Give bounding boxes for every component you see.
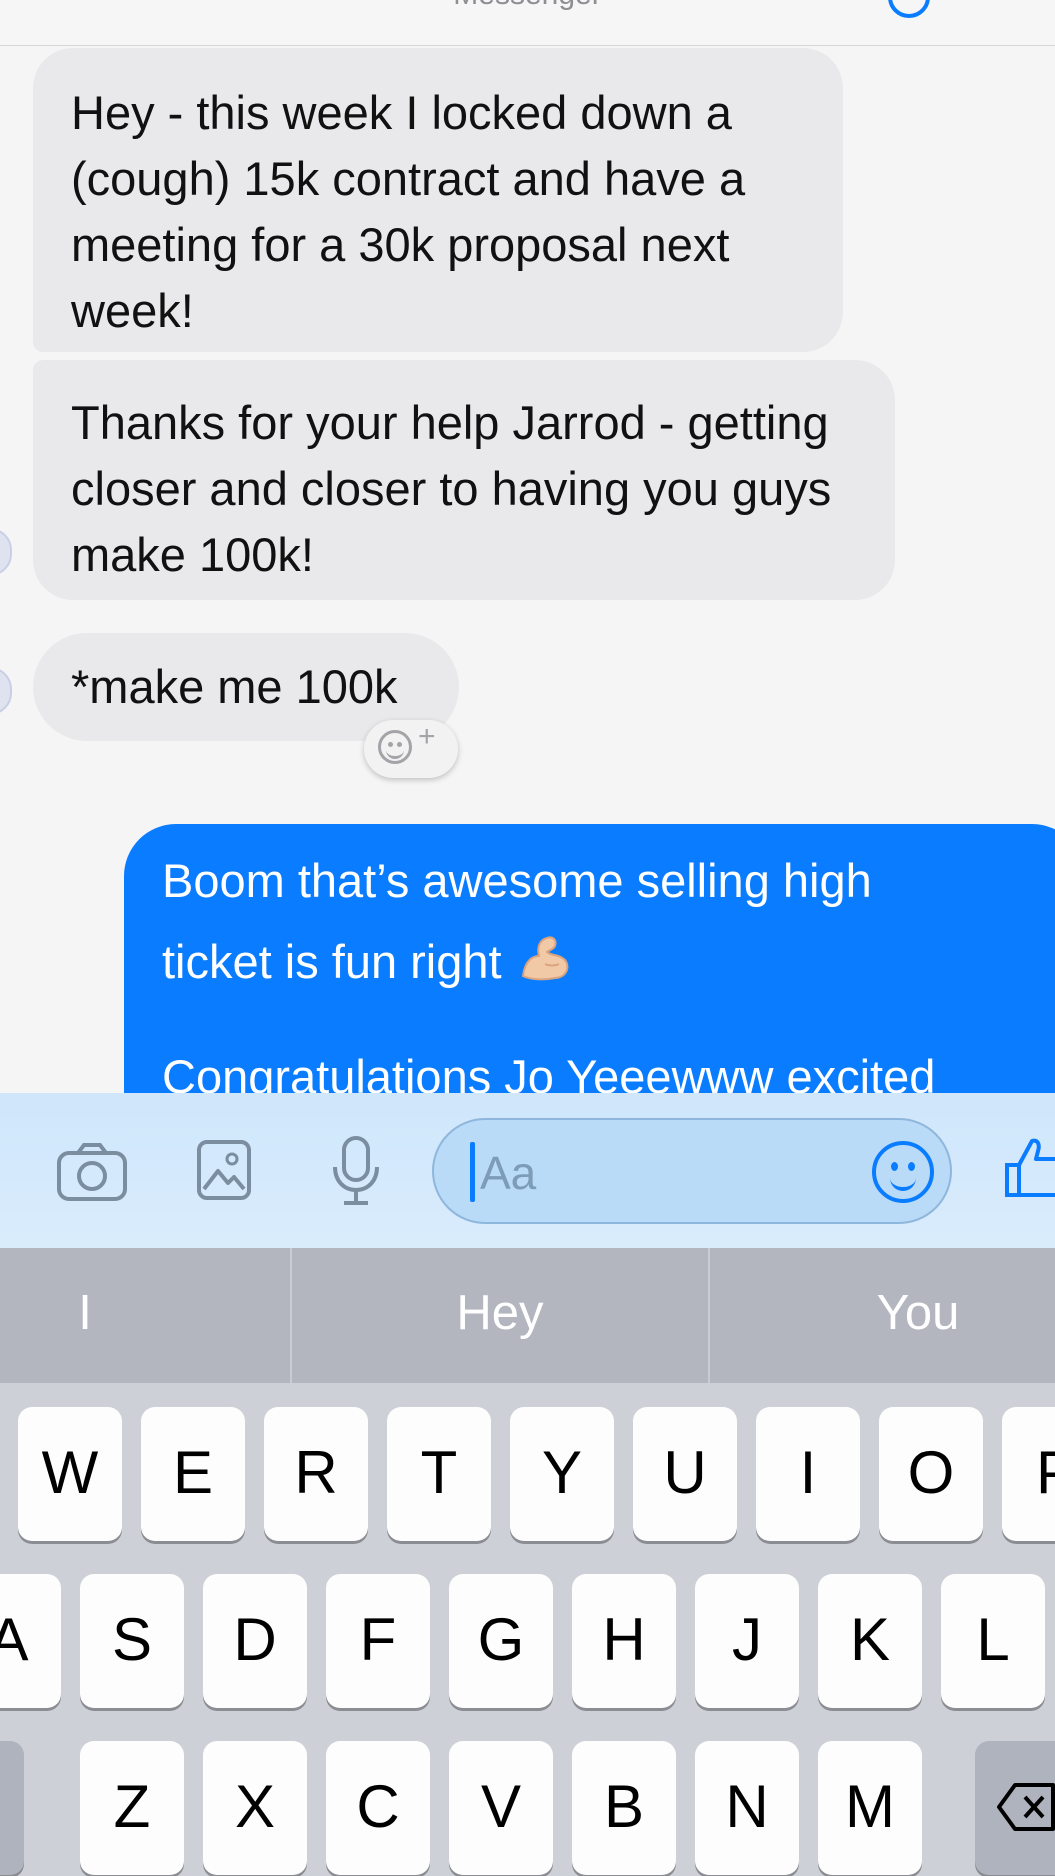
incoming-message-bubble[interactable]: Thanks for your help Jarrod - getting cl… — [33, 360, 895, 600]
message-input-placeholder: Aa — [480, 1147, 537, 1199]
backspace-key[interactable] — [975, 1741, 1055, 1875]
key[interactable]: U — [633, 1407, 737, 1541]
key[interactable]: F — [326, 1574, 430, 1708]
suggestion-item[interactable]: I — [0, 1248, 170, 1383]
predictive-text-bar: I Hey You — [0, 1248, 1055, 1383]
key[interactable]: C — [326, 1741, 430, 1875]
key[interactable]: V — [449, 1741, 553, 1875]
message-text: *make me 100k — [71, 660, 398, 713]
microphone-icon[interactable] — [330, 1135, 382, 1212]
key[interactable]: M — [818, 1741, 922, 1875]
key[interactable]: D — [203, 1574, 307, 1708]
image-icon[interactable] — [196, 1139, 252, 1206]
message-thread[interactable]: Hey - this week I locked down a (cough) … — [0, 0, 1055, 1093]
key[interactable]: G — [449, 1574, 553, 1708]
message-text: Thanks for your help Jarrod - getting cl… — [71, 396, 832, 581]
key[interactable]: P — [1002, 1407, 1055, 1541]
onscreen-keyboard: W E R T Y U I O P A S D F G H J K L Z X … — [0, 1383, 1055, 1876]
suggestion-item[interactable]: You — [710, 1248, 1055, 1383]
key[interactable]: E — [141, 1407, 245, 1541]
emoji-mouth — [890, 1173, 916, 1191]
add-reaction-button[interactable]: + — [364, 720, 458, 778]
key[interactable]: O — [879, 1407, 983, 1541]
thumbs-up-icon[interactable] — [1004, 1135, 1055, 1204]
backspace-icon — [997, 1783, 1055, 1831]
key[interactable]: H — [572, 1574, 676, 1708]
key[interactable]: N — [695, 1741, 799, 1875]
emoji-icon[interactable] — [872, 1141, 934, 1203]
key[interactable]: Z — [80, 1741, 184, 1875]
key[interactable]: R — [264, 1407, 368, 1541]
key[interactable]: X — [203, 1741, 307, 1875]
key[interactable]: Y — [510, 1407, 614, 1541]
text-cursor — [470, 1142, 475, 1202]
key[interactable]: K — [818, 1574, 922, 1708]
message-input[interactable]: Aa — [432, 1118, 952, 1224]
key[interactable]: L — [941, 1574, 1045, 1708]
flexed-biceps-emoji-icon — [515, 929, 571, 985]
key[interactable]: T — [387, 1407, 491, 1541]
key[interactable]: B — [572, 1741, 676, 1875]
message-text: Hey - this week I locked down a (cough) … — [71, 86, 746, 337]
key[interactable]: S — [80, 1574, 184, 1708]
message-line: Boom that’s awesome selling high — [162, 854, 872, 907]
message-line: Congratulations Jo Yeeewww excited — [162, 1050, 936, 1093]
incoming-message-bubble[interactable]: Hey - this week I locked down a (cough) … — [33, 48, 843, 352]
key[interactable]: A — [0, 1574, 61, 1708]
suggestion-item[interactable]: Hey — [292, 1248, 708, 1383]
outgoing-message-bubble[interactable]: Boom that’s awesome selling high ticket … — [124, 824, 1055, 1093]
camera-icon[interactable] — [56, 1141, 128, 1208]
avatar — [0, 667, 12, 715]
message-composer: Aa — [0, 1093, 1055, 1248]
avatar — [0, 528, 12, 576]
message-line: ticket is fun right — [162, 935, 502, 988]
message-line-with-emoji: ticket is fun right — [162, 921, 1046, 1002]
key[interactable]: J — [695, 1574, 799, 1708]
key[interactable]: W — [18, 1407, 122, 1541]
key[interactable]: I — [756, 1407, 860, 1541]
shift-key[interactable] — [0, 1741, 24, 1875]
plus-icon: + — [418, 720, 436, 753]
